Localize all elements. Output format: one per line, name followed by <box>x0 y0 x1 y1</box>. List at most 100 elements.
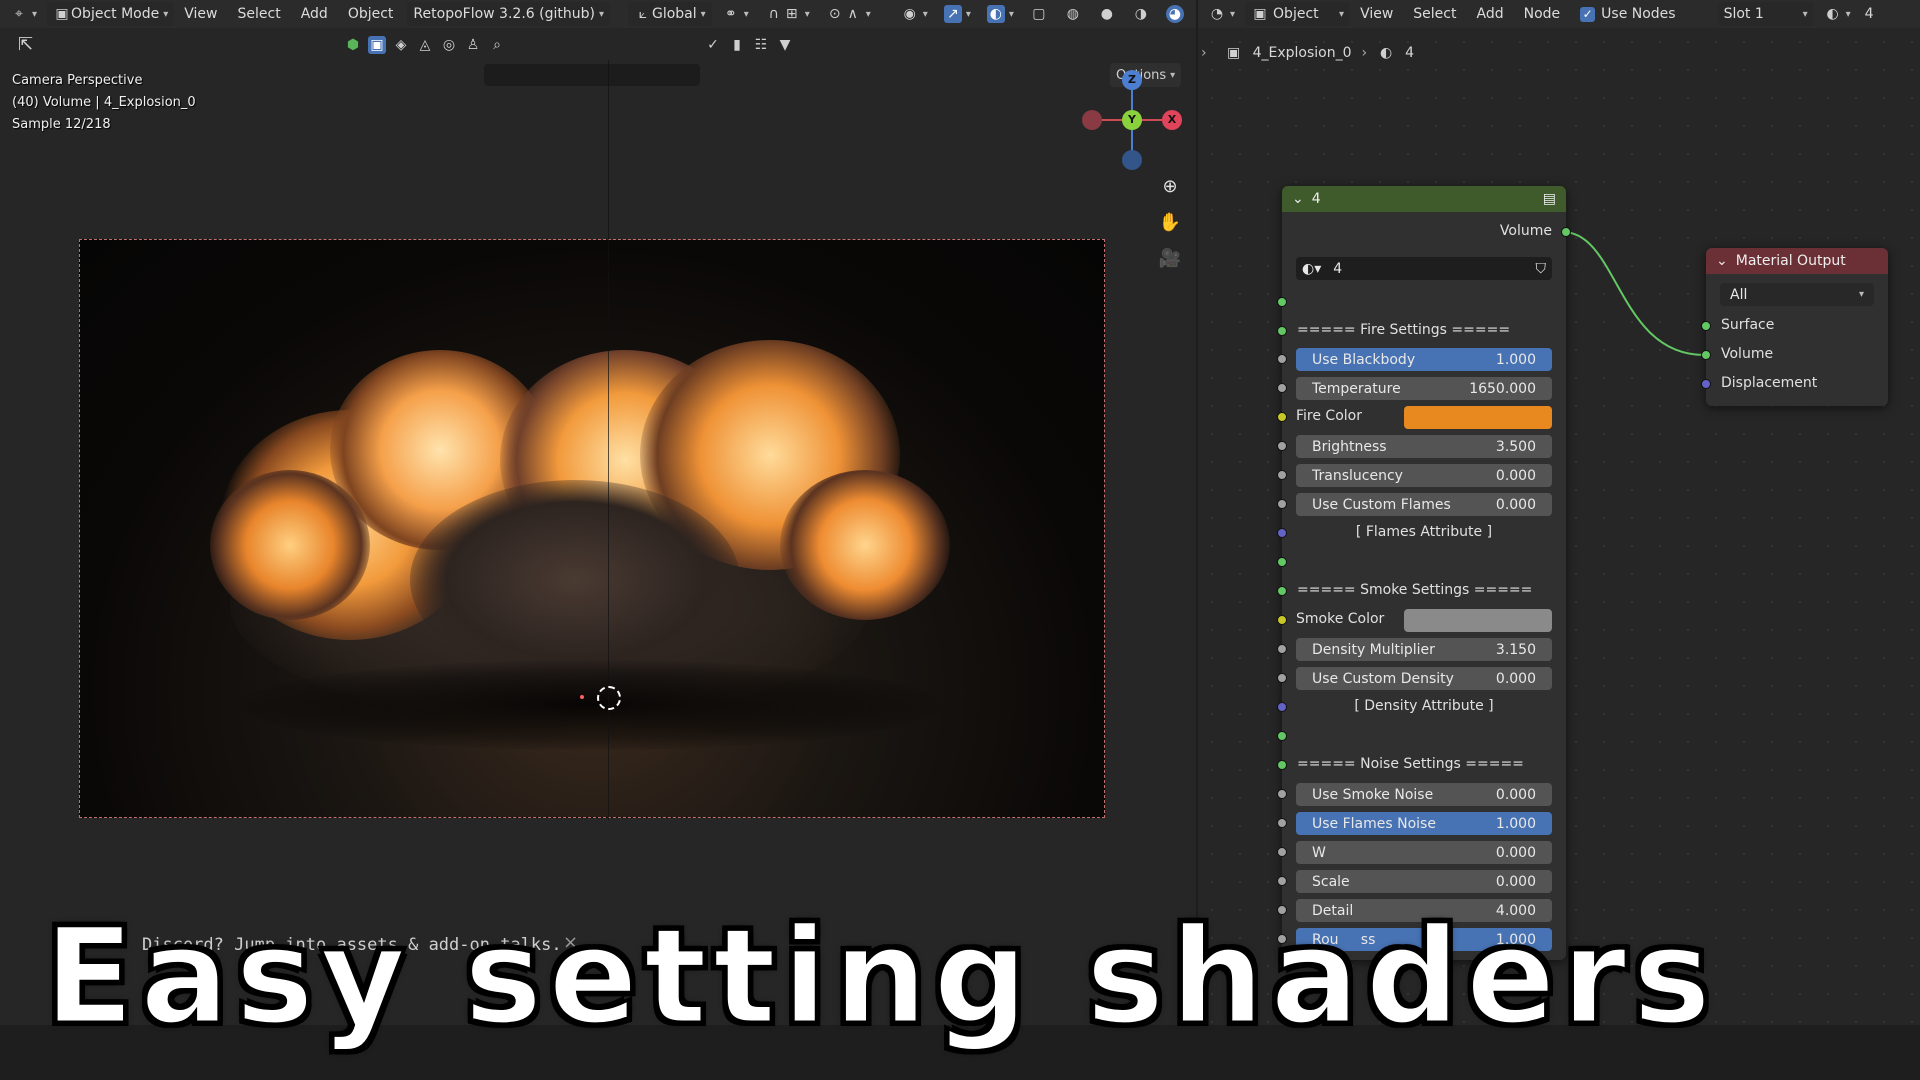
xray-toggle[interactable]: ▢ <box>1024 2 1054 26</box>
use-custom-flames-field[interactable]: Use Custom Flames 0.000 <box>1296 493 1552 516</box>
stamp-icon[interactable]: ♙ <box>464 36 482 54</box>
bookmark-icon[interactable]: ▮ <box>728 36 746 54</box>
socket[interactable] <box>1277 731 1287 741</box>
field-label: Scale <box>1312 873 1350 890</box>
menu-object[interactable]: Object <box>338 6 404 22</box>
collapse-chevron-icon[interactable]: ⌄ <box>1716 253 1728 269</box>
surface-socket[interactable] <box>1701 321 1711 331</box>
menu-view[interactable]: View <box>174 6 227 22</box>
smoke-color-swatch[interactable] <box>1404 609 1552 632</box>
shading-material[interactable]: ◑ <box>1126 2 1156 26</box>
addon-dropdown[interactable]: RetopoFlow 3.2.6 (github) ▾ <box>407 2 610 26</box>
socket[interactable] <box>1277 586 1287 596</box>
navigation-gizmo[interactable]: Z Y X <box>1082 70 1182 170</box>
volume-label: Volume <box>1721 346 1774 362</box>
fake-user-shield-icon[interactable]: ⛉ <box>1536 261 1547 277</box>
viewport-3d[interactable]: ⌖ ▾ ▣ Object Mode ▾ View Select Add Object… <box>0 0 1196 1025</box>
density-attribute-label: [ Density Attribute ] <box>1354 698 1494 714</box>
select-box-icon[interactable]: ▣ <box>368 36 386 54</box>
mesh-icon[interactable]: ◈ <box>392 36 410 54</box>
socket[interactable] <box>1277 383 1287 393</box>
group-node-header[interactable]: ⌄ 4 ▤ <box>1282 186 1566 212</box>
socket[interactable] <box>1277 876 1287 886</box>
output-volume-socket[interactable] <box>1561 227 1571 237</box>
shading-solid[interactable]: ● <box>1092 2 1122 26</box>
socket[interactable] <box>1277 499 1287 509</box>
material-output-node[interactable]: ⌄ Material Output All ▾ Surface Volume Di… <box>1701 248 1888 406</box>
target-dropdown[interactable]: All ▾ <box>1720 283 1874 306</box>
editor-type-button[interactable]: ⌖ ▾ <box>4 2 43 26</box>
funnel-icon[interactable]: ▼ <box>776 36 794 54</box>
gizmo-neg-z-axis[interactable] <box>1122 150 1142 170</box>
brightness-field[interactable]: Brightness 3.500 <box>1296 435 1552 458</box>
sculpt-icon[interactable]: ◬ <box>416 36 434 54</box>
orientation-icon: ⟀ <box>638 6 648 22</box>
sphere-icon[interactable]: ◎ <box>440 36 458 54</box>
socket[interactable] <box>1277 326 1287 336</box>
collapse-chevron-icon[interactable]: ⌄ <box>1292 191 1304 207</box>
menu-select[interactable]: Select <box>228 6 291 22</box>
field-label: Use Custom Density <box>1312 670 1454 687</box>
socket[interactable] <box>1277 818 1287 828</box>
proportional-edit-button[interactable]: ⊙ ∧ ▾ <box>820 2 877 26</box>
pan-hand-icon[interactable]: ✋ <box>1157 210 1183 236</box>
use-flames-noise-field[interactable]: Use Flames Noise 1.000 <box>1296 812 1552 835</box>
socket[interactable] <box>1277 673 1287 683</box>
scale-row: Scale 0.000 <box>1277 869 1566 893</box>
translucency-field[interactable]: Translucency 0.000 <box>1296 464 1552 487</box>
snap-button[interactable]: ∩ ⊞ ▾ <box>759 2 816 26</box>
datablock-icon: ◐▾ <box>1302 260 1322 277</box>
material-output-title: Material Output <box>1735 253 1846 269</box>
gizmo-x-axis[interactable]: X <box>1162 110 1182 130</box>
group-node[interactable]: ⌄ 4 ▤ Volume ◐▾ 4 ⛉ ===== Fire Settings … <box>1277 186 1571 960</box>
node-group-icon[interactable]: ▤ <box>1543 191 1556 207</box>
socket[interactable] <box>1277 557 1287 567</box>
use-smoke-noise-field[interactable]: Use Smoke Noise 0.000 <box>1296 783 1552 806</box>
volume-socket[interactable] <box>1701 350 1711 360</box>
zoom-icon[interactable]: ⊕ <box>1157 174 1183 200</box>
socket[interactable] <box>1277 412 1287 422</box>
viewport-tool-header: ⬢ ▣ ◈ ◬ ◎ ♙ ⌕ ✓ ▮ ☷ ▼ Options▾ <box>0 30 1196 87</box>
socket[interactable] <box>1277 615 1287 625</box>
socket[interactable] <box>1277 789 1287 799</box>
overlay-toggle[interactable]: ◐ ▾ <box>981 2 1020 26</box>
socket[interactable] <box>1277 354 1287 364</box>
fire-color-swatch[interactable] <box>1404 406 1552 429</box>
displacement-socket[interactable] <box>1701 379 1711 389</box>
material-output-header[interactable]: ⌄ Material Output <box>1706 248 1888 274</box>
gizmo-y-axis[interactable]: Y <box>1122 110 1142 130</box>
socket[interactable] <box>1277 847 1287 857</box>
scale-field[interactable]: Scale 0.000 <box>1296 870 1552 893</box>
socket[interactable] <box>1277 760 1287 770</box>
field-label: Density Multiplier <box>1312 641 1435 658</box>
object-mode-icon: ▣ <box>55 6 69 22</box>
viewport-info: Camera Perspective (40) Volume | 4_Explo… <box>12 70 196 136</box>
gizmo-neg-x-axis[interactable] <box>1082 110 1102 130</box>
socket[interactable] <box>1277 441 1287 451</box>
gizmo-toggle[interactable]: ↗ ▾ <box>938 2 977 26</box>
temperature-field[interactable]: Temperature 1650.000 <box>1296 377 1552 400</box>
use-blackbody-field[interactable]: Use Blackbody 1.000 <box>1296 348 1552 371</box>
density-multiplier-field[interactable]: Density Multiplier 3.150 <box>1296 638 1552 661</box>
menu-add[interactable]: Add <box>291 6 338 22</box>
shader-node-editor[interactable]: ◔ ▾ ▣ Object ▾ View Select Add Node ✓ Use No… <box>1198 0 1920 1025</box>
check-icon[interactable]: ✓ <box>704 36 722 54</box>
gizmo-z-axis[interactable]: Z <box>1122 70 1142 90</box>
camera-view-icon[interactable]: 🎥 <box>1157 246 1183 272</box>
shading-rendered[interactable]: ◕ <box>1160 2 1190 26</box>
density-multiplier-row: Density Multiplier 3.150 <box>1277 637 1566 661</box>
pivot-button[interactable]: ⚭ ▾ <box>716 2 755 26</box>
shading-wireframe[interactable]: ◍ <box>1058 2 1088 26</box>
socket[interactable] <box>1277 644 1287 654</box>
mode-dropdown[interactable]: ▣ Object Mode ▾ <box>47 2 175 26</box>
retopo-icon[interactable]: ⬢ <box>344 36 362 54</box>
w-field[interactable]: W 0.000 <box>1296 841 1552 864</box>
socket[interactable] <box>1277 470 1287 480</box>
orientation-dropdown[interactable]: ⟀ Global ▾ <box>627 2 712 26</box>
visibility-button[interactable]: ◉ ▾ <box>895 2 934 26</box>
use-custom-density-field[interactable]: Use Custom Density 0.000 <box>1296 667 1552 690</box>
group-datablock-field[interactable]: ◐▾ 4 ⛉ <box>1296 257 1552 280</box>
socket[interactable] <box>1277 297 1287 307</box>
hierarchy-icon[interactable]: ☷ <box>752 36 770 54</box>
search-input[interactable] <box>484 64 700 86</box>
